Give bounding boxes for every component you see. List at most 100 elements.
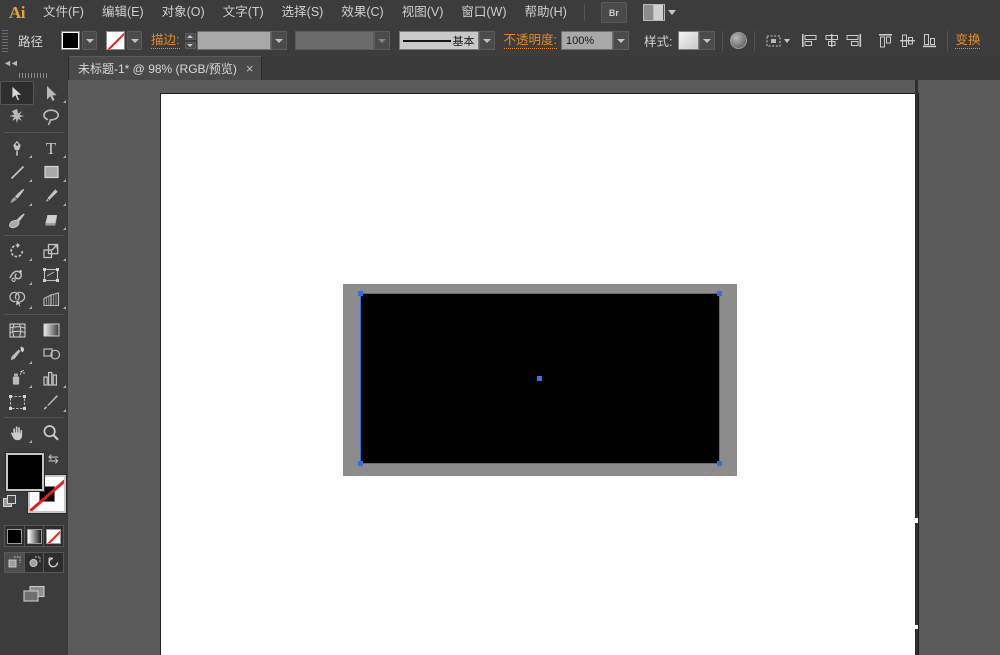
tool-more-indicator — [63, 203, 66, 206]
tool-more-indicator — [63, 258, 66, 261]
align-to-selection-icon[interactable] — [762, 31, 792, 51]
magic-wand-tool[interactable] — [0, 105, 34, 129]
draw-normal-icon[interactable] — [5, 553, 25, 572]
stepper-down-icon[interactable] — [185, 42, 196, 49]
menu-view[interactable]: 视图(V) — [393, 0, 453, 25]
fill-dropdown-button[interactable] — [82, 31, 97, 50]
draw-behind-icon[interactable] — [25, 553, 45, 572]
bridge-button[interactable]: Br — [601, 2, 627, 23]
workspace-switcher[interactable] — [643, 4, 676, 21]
opacity-input[interactable]: 100% — [561, 31, 613, 50]
shape-builder-tool[interactable] — [0, 287, 34, 311]
width-profile-control[interactable] — [295, 31, 390, 50]
close-icon[interactable]: × — [246, 62, 254, 75]
tools-panel-header[interactable]: ◄◄ — [0, 56, 68, 69]
collapse-panel-icon[interactable]: ◄◄ — [3, 58, 17, 68]
opacity-dropdown[interactable] — [613, 31, 629, 50]
menu-object[interactable]: 对象(O) — [153, 0, 214, 25]
menu-type[interactable]: 文字(T) — [214, 0, 273, 25]
graphic-style-swatch[interactable] — [678, 31, 699, 50]
pencil-tool[interactable] — [34, 184, 68, 208]
rectangle-tool[interactable] — [34, 160, 68, 184]
document-canvas[interactable] — [68, 80, 1000, 655]
menu-file[interactable]: 文件(F) — [34, 0, 93, 25]
tool-more-indicator — [29, 361, 32, 364]
menu-select[interactable]: 选择(S) — [273, 0, 333, 25]
width-tool[interactable] — [0, 263, 34, 287]
swap-fill-stroke-icon[interactable]: ⇆ — [48, 451, 59, 467]
blob-brush-tool[interactable] — [0, 208, 34, 232]
recolor-artwork-icon[interactable] — [730, 32, 747, 49]
fill-swatch-color — [63, 33, 78, 48]
stroke-color-control[interactable] — [106, 31, 142, 50]
draw-inside-icon[interactable] — [44, 553, 63, 572]
selection-tool[interactable] — [0, 81, 34, 105]
stroke-weight-stepper[interactable] — [185, 33, 196, 49]
stroke-dropdown-button[interactable] — [127, 31, 142, 50]
scrollbar-segment[interactable] — [915, 629, 918, 655]
symbol-sprayer-tool[interactable] — [0, 366, 34, 390]
stroke-weight-input[interactable] — [197, 31, 271, 50]
align-left-icon[interactable] — [798, 31, 820, 51]
width-profile-dropdown[interactable] — [374, 31, 390, 50]
fill-swatch[interactable] — [61, 31, 80, 50]
zoom-tool[interactable] — [34, 421, 68, 445]
slice-tool[interactable] — [34, 390, 68, 414]
menu-edit[interactable]: 编辑(E) — [93, 0, 153, 25]
direct-selection-tool[interactable] — [34, 81, 68, 105]
align-bottom-icon[interactable] — [918, 31, 940, 51]
brush-definition-control[interactable]: 基本 — [399, 31, 495, 50]
stroke-swatch-none[interactable] — [106, 31, 125, 50]
gradient-tool[interactable] — [34, 318, 68, 342]
control-bar-grip[interactable] — [2, 30, 8, 52]
mesh-tool[interactable] — [0, 318, 34, 342]
document-tab[interactable]: 未标题-1* @ 98% (RGB/预览) × — [68, 56, 262, 80]
line-segment-tool[interactable] — [0, 160, 34, 184]
fill-control[interactable] — [61, 31, 97, 50]
align-middle-v-icon[interactable] — [896, 31, 918, 51]
opacity-control[interactable]: 100% — [561, 31, 629, 50]
stroke-weight-control[interactable] — [185, 31, 287, 50]
scale-tool[interactable] — [34, 239, 68, 263]
paintbrush-tool[interactable] — [0, 184, 34, 208]
blend-tool[interactable] — [34, 342, 68, 366]
default-fill-stroke-icon[interactable] — [3, 495, 16, 508]
artboard-tool[interactable] — [0, 390, 34, 414]
menu-window[interactable]: 窗口(W) — [452, 0, 515, 25]
stroke-weight-label[interactable]: 描边: — [151, 33, 179, 49]
tool-more-indicator — [63, 409, 66, 412]
transform-label[interactable]: 变换 — [955, 33, 980, 49]
eyedropper-tool[interactable] — [0, 342, 34, 366]
tools-panel-grip[interactable] — [0, 69, 68, 81]
menu-help[interactable]: 帮助(H) — [516, 0, 576, 25]
type-tool[interactable]: T — [34, 136, 68, 160]
scrollbar-segment[interactable] — [915, 523, 918, 625]
align-top-icon[interactable] — [874, 31, 896, 51]
graphic-style-control[interactable] — [678, 31, 715, 50]
color-mode-solid[interactable] — [5, 526, 25, 546]
align-center-h-icon[interactable] — [820, 31, 842, 51]
color-mode-gradient[interactable] — [25, 526, 45, 546]
canvas-vertical-scrollbar[interactable] — [915, 80, 919, 655]
change-screen-mode-icon[interactable] — [0, 580, 68, 608]
fill-color-indicator[interactable] — [6, 453, 44, 491]
stepper-up-icon[interactable] — [185, 33, 196, 40]
perspective-grid-tool[interactable] — [34, 287, 68, 311]
width-profile-input[interactable] — [295, 31, 374, 50]
scrollbar-segment[interactable] — [915, 80, 918, 518]
rotate-tool[interactable] — [0, 239, 34, 263]
column-graph-tool[interactable] — [34, 366, 68, 390]
eraser-tool[interactable] — [34, 208, 68, 232]
brush-definition-dropdown[interactable] — [479, 31, 495, 50]
brush-definition-input[interactable]: 基本 — [399, 31, 479, 50]
lasso-tool[interactable] — [34, 105, 68, 129]
align-right-icon[interactable] — [842, 31, 864, 51]
graphic-style-dropdown[interactable] — [699, 31, 715, 50]
color-mode-none[interactable] — [44, 526, 63, 546]
opacity-label[interactable]: 不透明度: — [504, 33, 557, 49]
hand-tool[interactable] — [0, 421, 34, 445]
menu-effect[interactable]: 效果(C) — [332, 0, 392, 25]
free-transform-tool[interactable] — [34, 263, 68, 287]
stroke-weight-dropdown[interactable] — [271, 31, 287, 50]
pen-tool[interactable] — [0, 136, 34, 160]
